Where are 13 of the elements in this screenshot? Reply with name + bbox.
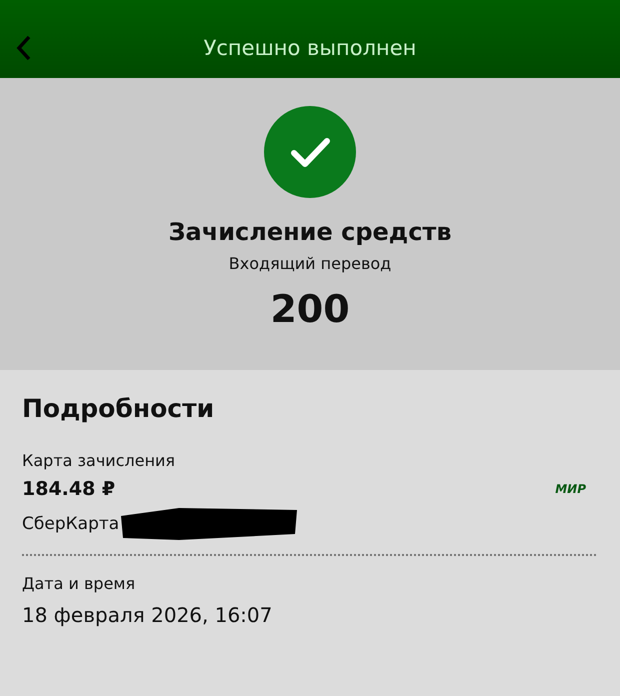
- payment-network-logo: МИР: [555, 482, 586, 496]
- success-check-icon: [264, 106, 356, 198]
- back-icon[interactable]: [16, 35, 32, 61]
- screen-title: Успешно выполнен: [202, 35, 418, 60]
- operation-title: Зачисление средств: [168, 218, 452, 246]
- amount: 200: [270, 287, 350, 331]
- card-name: СберКарта: [22, 514, 120, 534]
- field-label: Дата и время: [22, 574, 136, 593]
- field-value: 18 февраля 2026, 16:07: [22, 603, 274, 627]
- operation-subtitle: Входящий перевод: [228, 254, 392, 273]
- card-balance: 184.48 ₽: [22, 478, 116, 500]
- section-title: Подробности: [22, 394, 216, 423]
- field-label: Карта зачисления: [22, 451, 176, 470]
